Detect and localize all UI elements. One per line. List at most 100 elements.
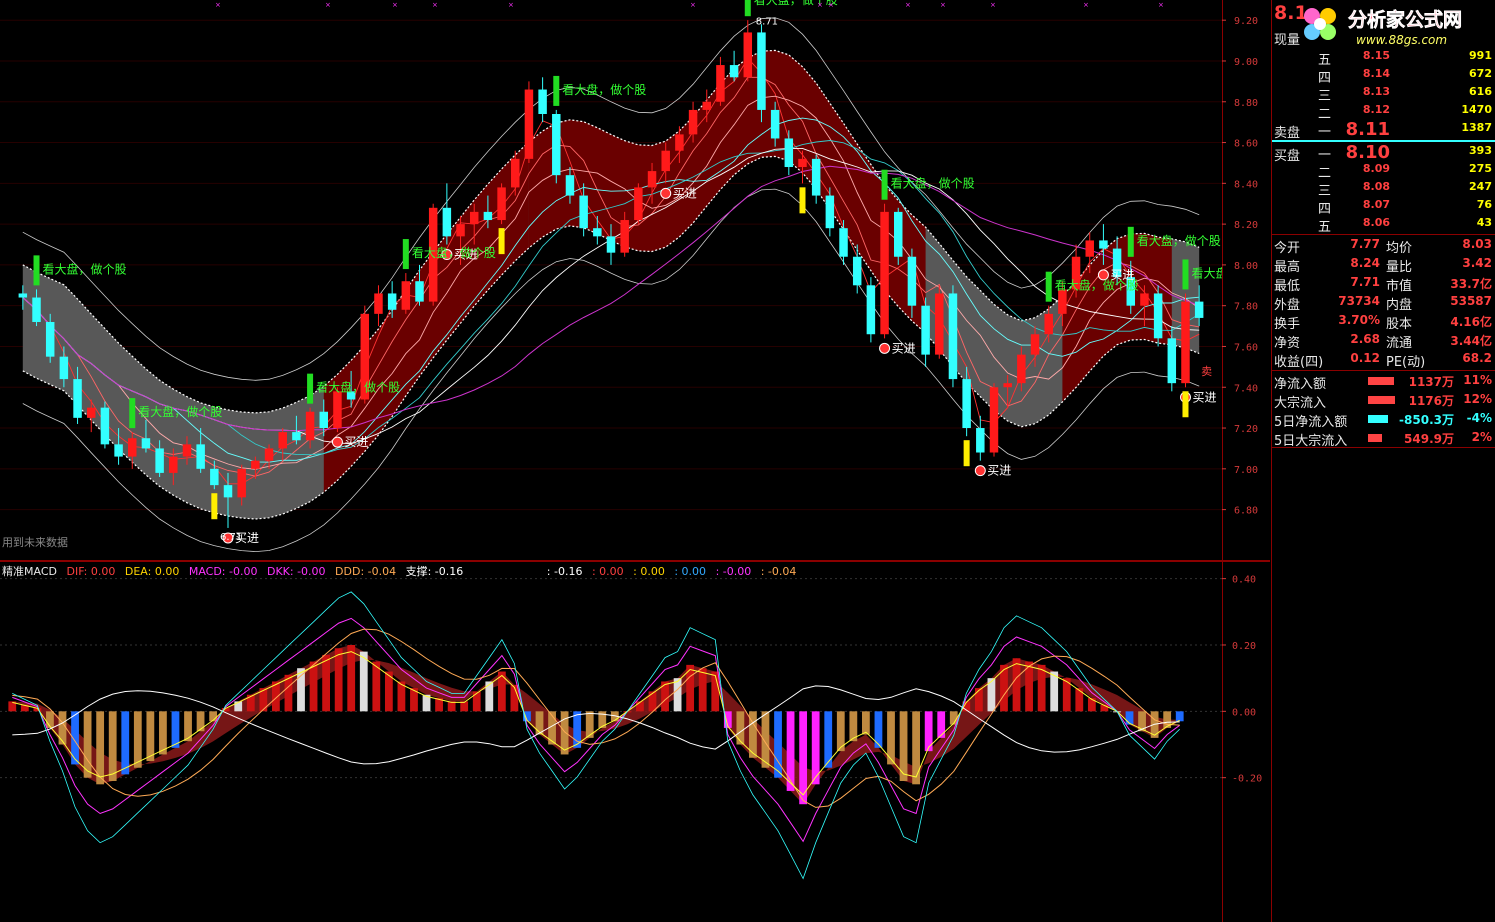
legend-v6: : -0.04 xyxy=(760,565,797,578)
buy-signal-icon xyxy=(660,187,672,199)
candle-body xyxy=(374,293,383,314)
support-bar xyxy=(799,187,806,214)
stat-row: 今开 7.77 均价 8.03 xyxy=(1272,236,1495,256)
tick-label: 9.20 xyxy=(1234,16,1258,27)
candle-body xyxy=(511,158,520,188)
tick-label: 9.00 xyxy=(1234,57,1258,68)
top-marker: × xyxy=(690,1,696,9)
flow-row: 净流入额 1137万 11% xyxy=(1272,372,1495,392)
candle-body xyxy=(333,391,342,429)
sell-price: 8.14 xyxy=(1362,67,1390,80)
candle-body xyxy=(811,158,821,196)
macd-bar xyxy=(334,648,343,712)
candle-body xyxy=(141,438,151,449)
macd-bar xyxy=(974,688,983,712)
stat-label: 量比 xyxy=(1386,260,1413,275)
candle-body xyxy=(128,438,137,457)
candle-body xyxy=(1194,301,1204,318)
support-bar xyxy=(1182,391,1189,418)
follow-signal-label: 看大盘，做个股 xyxy=(316,380,400,395)
candle-body xyxy=(976,428,985,453)
sell-volume: 1470 xyxy=(1461,103,1492,116)
macd-bar xyxy=(736,711,745,745)
stat-label: 外盘 xyxy=(1274,298,1301,313)
macd-bar xyxy=(58,711,67,745)
low-annotation: 6.71 xyxy=(220,532,242,543)
candle-body xyxy=(894,211,903,257)
stat-label: 内盘 xyxy=(1386,298,1413,313)
candle-body xyxy=(921,305,930,355)
candle-body xyxy=(989,387,999,453)
sell-side-label-row: 卖盘 xyxy=(1272,120,1495,141)
candle-body xyxy=(579,195,588,229)
buy-signal-label: 买进 xyxy=(987,464,1011,478)
buy-price: 8.10 xyxy=(1345,142,1390,163)
macd-bar xyxy=(862,711,870,735)
buy-row: 三 8.08 247 xyxy=(1272,179,1495,199)
price-chart[interactable]: 买进买进买进买进买进买进买进买进看大盘，做个股看大盘，做个股看大盘，做个股看大盘… xyxy=(0,0,1222,560)
signal-bar xyxy=(1182,259,1189,290)
macd-bar xyxy=(774,711,782,778)
buy-volume: 393 xyxy=(1469,144,1492,157)
flow-value: 1176万 xyxy=(1408,394,1454,408)
macd-bar xyxy=(912,711,920,785)
candle-body xyxy=(114,444,123,457)
stat-label: 收益(四) xyxy=(1274,355,1324,370)
watermark-brand: 分析家公式网 xyxy=(1348,8,1462,31)
legend-v1: : -0.16 xyxy=(546,565,583,578)
quote-panel: 8.1 现量 五 8.15 991 四 8.14 672 三 8.13 616 二 8.12 1470… xyxy=(1271,0,1495,922)
macd-chart[interactable] xyxy=(0,562,1222,922)
tick-label: 8.40 xyxy=(1234,179,1258,190)
top-marker: × xyxy=(905,1,911,9)
candle-body xyxy=(210,468,219,486)
candle-body xyxy=(18,293,28,298)
tick-label: 7.00 xyxy=(1234,465,1258,476)
flow-row: 5日大宗流入 549.9万 2% xyxy=(1272,429,1495,449)
candle-body xyxy=(798,158,807,168)
candle-body xyxy=(552,114,561,176)
macd-bar xyxy=(761,711,770,768)
candle-body xyxy=(880,211,889,335)
macd-bar xyxy=(1075,688,1084,712)
macd-bar xyxy=(121,711,130,775)
buy-signal-label: 买进 xyxy=(1192,390,1216,404)
buy-row: 四 8.07 76 xyxy=(1272,197,1495,217)
top-marker: × xyxy=(432,1,438,9)
flow-bar xyxy=(1368,434,1382,442)
macd-bar xyxy=(698,668,707,712)
flow-label: 大宗流入 xyxy=(1274,396,1327,411)
watermark-url: www.88gs.com xyxy=(1356,33,1447,47)
candle-body xyxy=(305,411,315,441)
flow-pct: 12% xyxy=(1463,392,1492,406)
candle-body xyxy=(1181,301,1190,384)
macd-bar xyxy=(146,711,155,762)
sell-volume: 672 xyxy=(1469,67,1492,80)
support-bar xyxy=(963,440,970,467)
candle-body xyxy=(278,432,287,449)
sell-row: 二 8.12 1470 xyxy=(1272,102,1495,122)
candle-body xyxy=(606,236,616,253)
tick-label: 7.40 xyxy=(1234,383,1258,394)
candle-body xyxy=(675,134,684,151)
support-bar xyxy=(498,228,505,255)
top-marker: × xyxy=(828,1,834,9)
price-axis: 9.20 9.00 8.80 8.60 8.40 8.20 8.00 7.80 7.60 7.40… xyxy=(1222,0,1258,560)
flower-icon xyxy=(1304,8,1336,40)
stat-row: 最高 8.24 量比 3.42 xyxy=(1272,255,1495,275)
candle-body xyxy=(1167,338,1177,384)
candle-body xyxy=(196,444,205,469)
stat-value: 33.7亿 xyxy=(1450,277,1492,291)
ddd-value: DDD: -0.04 xyxy=(335,565,397,578)
buy-signal-label: 买进 xyxy=(673,186,697,200)
macd-bar xyxy=(585,711,594,738)
dkk-value: DKK: -0.00 xyxy=(266,565,326,578)
candle-body xyxy=(839,228,848,257)
flow-pct: -4% xyxy=(1466,411,1492,425)
stat-row: 外盘 73734 内盘 53587 xyxy=(1272,293,1495,313)
sell-price: 8.15 xyxy=(1362,49,1390,62)
candle-body xyxy=(743,32,753,78)
flow-pct: 2% xyxy=(1471,430,1492,444)
macd-bar xyxy=(673,678,682,712)
stat-label: 净资 xyxy=(1274,336,1301,351)
sell-row: 三 8.13 616 xyxy=(1272,84,1495,104)
